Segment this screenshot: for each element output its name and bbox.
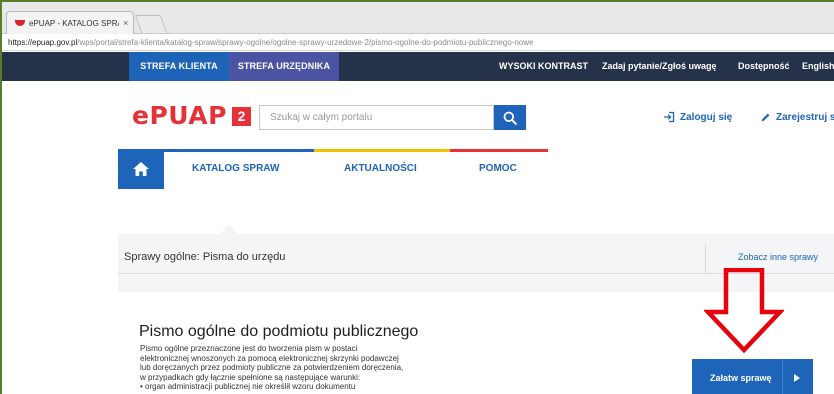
description-line: elektronicznej wnoszonych za pomocą elek… — [140, 353, 399, 363]
url-host: https://epuap.gov.pl — [8, 38, 78, 47]
accessibility-link[interactable]: Dostępność — [738, 52, 790, 81]
register-label: Zarejestruj się — [776, 111, 834, 123]
red-down-arrow-annotation — [704, 268, 784, 354]
nav-caret — [220, 224, 238, 234]
play-arrow-icon — [794, 373, 800, 382]
browser-tab[interactable]: ePUAP - KATALOG SPRAW × — [6, 11, 134, 34]
url-path: /wps/portal/strefa-klienta/katalog-spraw… — [77, 38, 534, 47]
handle-case-label: Załatw sprawę — [710, 372, 772, 383]
other-cases-link[interactable]: Zobacz inne sprawy — [738, 252, 818, 262]
tab-strefa-klienta[interactable]: STREFA KLIENTA — [129, 52, 229, 81]
nav-accent-red — [450, 149, 548, 152]
top-bar: STREFA KLIENTA STREFA URZĘDNIKA WYSOKI K… — [2, 52, 834, 81]
main-navigation: KATALOG SPRAW AKTUALNOŚCI POMOC — [118, 149, 834, 189]
nav-katalog-spraw[interactable]: KATALOG SPRAW — [192, 163, 279, 174]
home-button[interactable] — [118, 149, 164, 189]
search-button[interactable] — [494, 105, 526, 130]
login-icon — [664, 111, 675, 123]
register-link[interactable]: Zarejestruj się — [760, 107, 834, 127]
epuap-logo[interactable]: ePUAP 2 — [132, 103, 251, 129]
tab-strefa-urzednika[interactable]: STREFA URZĘDNIKA — [229, 52, 339, 81]
button-divider — [782, 359, 783, 394]
description-line: • organ administracji publicznej nie okr… — [140, 382, 356, 391]
pencil-icon — [761, 113, 770, 121]
description-line: Pismo ogólne przeznaczone jest do tworze… — [140, 344, 358, 353]
english-link[interactable]: English — [802, 52, 834, 81]
close-tab-icon[interactable]: × — [123, 18, 128, 28]
home-icon — [133, 162, 149, 176]
login-label: Zaloguj się — [680, 111, 733, 123]
search-box — [259, 105, 494, 130]
document-description: Pismo ogólne przeznaczone jest do tworze… — [140, 344, 480, 392]
nav-accent-yellow — [314, 149, 450, 152]
section-title: Sprawy ogólne: Pisma do urzędu — [124, 251, 286, 263]
description-line: w przypadkach gdy łącznie spełnione są n… — [140, 372, 361, 382]
screenshot-frame: ePUAP - KATALOG SPRAW × https://epuap.go… — [0, 0, 834, 394]
logo-text: ePUAP — [132, 101, 227, 130]
nav-pomoc[interactable]: POMOC — [479, 163, 517, 174]
browser-tab-strip: ePUAP - KATALOG SPRAW × — [2, 2, 834, 34]
browser-tab-title: ePUAP - KATALOG SPRAW — [29, 18, 119, 28]
high-contrast-link[interactable]: WYSOKI KONTRAST — [499, 52, 588, 81]
handle-case-button[interactable]: Załatw sprawę — [692, 359, 813, 394]
nav-aktualnosci[interactable]: AKTUALNOŚCI — [344, 163, 417, 174]
new-tab-button[interactable] — [134, 15, 168, 33]
nav-accent-blue — [164, 149, 314, 152]
site-header: ePUAP 2 Zaloguj się Zarejestruj się — [2, 81, 834, 149]
description-line: lub doręczanych przez podmioty publiczne… — [140, 363, 404, 372]
login-link[interactable]: Zaloguj się — [663, 107, 732, 127]
epuap-favicon-icon — [15, 20, 25, 26]
search-icon — [503, 111, 517, 125]
address-bar[interactable]: https://epuap.gov.pl/wps/portal/strefa-k… — [2, 35, 834, 51]
document-title: Pismo ogólne do podmiotu publicznego — [139, 323, 419, 340]
logo-number: 2 — [231, 106, 251, 126]
search-input[interactable] — [260, 106, 460, 129]
ask-question-link[interactable]: Zadaj pytanie/Zgłoś uwagę — [602, 52, 717, 81]
